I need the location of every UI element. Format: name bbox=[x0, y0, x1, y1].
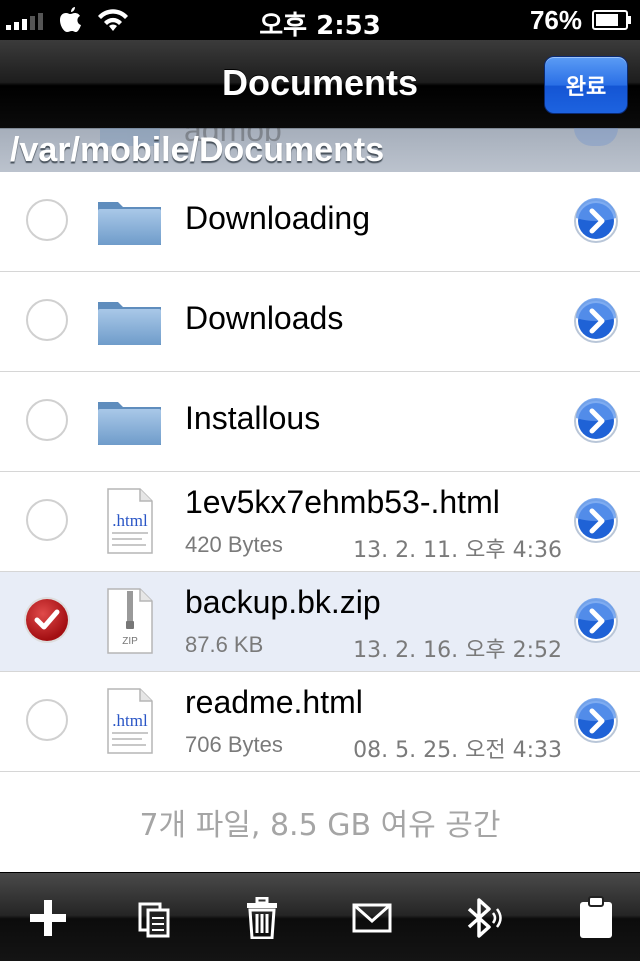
html-icon-label: .html bbox=[112, 511, 148, 530]
list-item[interactable]: Installous bbox=[0, 372, 640, 472]
html-file-icon: .html bbox=[107, 688, 153, 754]
select-checkbox[interactable] bbox=[26, 299, 68, 341]
select-checkbox[interactable] bbox=[26, 499, 68, 541]
delete-button[interactable] bbox=[232, 891, 292, 945]
disclosure-button-icon[interactable] bbox=[573, 498, 619, 544]
bluetooth-button[interactable] bbox=[452, 891, 512, 945]
item-date: 13. 2. 16. 오후 2:52 bbox=[353, 638, 562, 663]
list-item[interactable]: .html readme.html 706 Bytes 08. 5. 25. 오… bbox=[0, 672, 640, 772]
folder-icon bbox=[98, 402, 161, 445]
mail-icon bbox=[352, 903, 392, 933]
item-name: Downloads bbox=[185, 300, 344, 336]
item-name: Installous bbox=[185, 400, 321, 436]
copy-button[interactable] bbox=[124, 891, 184, 945]
storage-summary: 7개 파일, 8.5 GB 여유 공간 bbox=[139, 808, 501, 843]
item-date: 08. 5. 25. 오전 4:33 bbox=[353, 738, 562, 763]
status-bar: 오후 2:53 76% bbox=[0, 0, 640, 41]
paste-button[interactable] bbox=[566, 891, 626, 945]
item-name: readme.html bbox=[185, 684, 363, 720]
select-checkbox[interactable] bbox=[26, 699, 68, 741]
disclosure-icon bbox=[574, 128, 618, 146]
item-date: 13. 2. 11. 오후 4:36 bbox=[353, 538, 562, 563]
list-item[interactable]: Downloading bbox=[0, 172, 640, 272]
disclosure-button-icon[interactable] bbox=[573, 698, 619, 744]
folder-icon bbox=[98, 302, 161, 345]
item-size: 87.6 KB bbox=[185, 632, 264, 657]
item-name: backup.bk.zip bbox=[185, 584, 381, 620]
item-name: Downloading bbox=[185, 200, 371, 236]
disclosure-button-icon[interactable] bbox=[573, 398, 619, 444]
done-button[interactable]: 완료 bbox=[544, 56, 628, 114]
checkmark-icon bbox=[34, 609, 60, 630]
copy-file-icon bbox=[138, 902, 170, 938]
select-checkbox[interactable] bbox=[26, 599, 68, 641]
trash-icon bbox=[247, 897, 277, 939]
navigation-bar: Documents 완료 bbox=[0, 40, 640, 129]
select-checkbox[interactable] bbox=[26, 199, 68, 241]
mail-button[interactable] bbox=[342, 891, 402, 945]
item-name: 1ev5kx7ehmb53-.html bbox=[185, 484, 500, 520]
folder-icon bbox=[98, 202, 161, 245]
zip-icon-label: ZIP bbox=[122, 636, 138, 647]
list-item[interactable]: Downloads bbox=[0, 272, 640, 372]
html-icon-label: .html bbox=[112, 711, 148, 730]
zip-file-icon: ZIP bbox=[107, 588, 153, 654]
disclosure-button-icon[interactable] bbox=[573, 198, 619, 244]
battery-icon bbox=[592, 10, 631, 30]
current-path: /var/mobile/Documents bbox=[10, 131, 385, 169]
list-item[interactable]: .html 1ev5kx7ehmb53-.html 420 Bytes 13. … bbox=[0, 472, 640, 572]
item-size: 706 Bytes bbox=[185, 732, 283, 757]
add-button[interactable] bbox=[18, 891, 78, 945]
select-checkbox[interactable] bbox=[26, 399, 68, 441]
file-list: Downloading Downloads Installous .html 1… bbox=[0, 172, 640, 772]
list-item[interactable]: ZIP backup.bk.zip 87.6 KB 13. 2. 16. 오후 … bbox=[0, 572, 640, 672]
bottom-toolbar bbox=[0, 872, 640, 961]
add-icon bbox=[30, 900, 66, 936]
html-file-icon: .html bbox=[107, 488, 153, 554]
bluetooth-icon bbox=[467, 898, 502, 938]
clipboard-icon bbox=[580, 896, 612, 938]
disclosure-button-icon[interactable] bbox=[573, 598, 619, 644]
battery-percent: 76% bbox=[529, 5, 582, 35]
item-size: 420 Bytes bbox=[185, 532, 283, 557]
disclosure-button-icon[interactable] bbox=[573, 298, 619, 344]
path-section-header: admob /var/mobile/Documents bbox=[0, 128, 640, 173]
